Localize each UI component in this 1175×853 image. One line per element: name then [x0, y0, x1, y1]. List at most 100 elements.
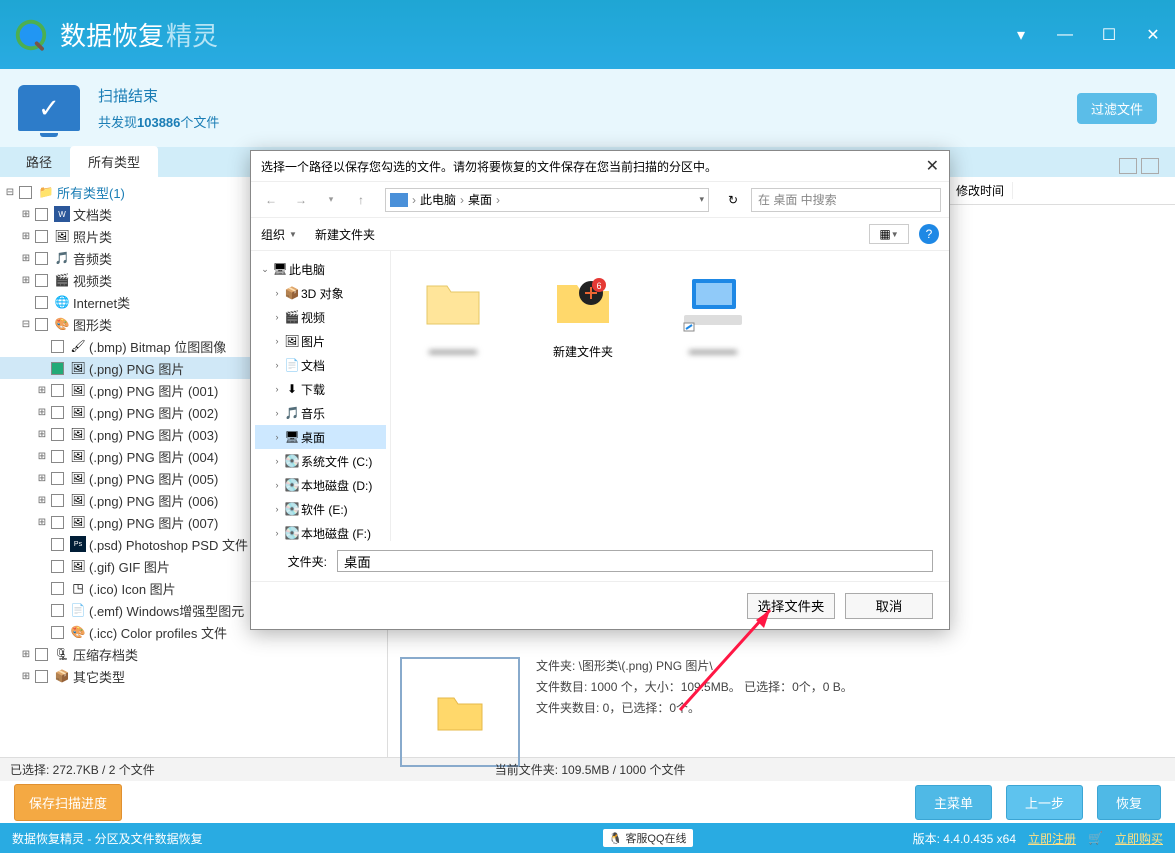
folder-thumb-icon: [400, 657, 520, 767]
dialog-nav: ← → ▾ ↑ › 此电脑 › 桌面 › ▾ ↻ 在 桌面 中搜索: [251, 181, 949, 217]
folder-picker-dialog: 选择一个路径以保存您勾选的文件。请勿将要恢复的文件保存在您当前扫描的分区中。 ✕…: [250, 150, 950, 630]
current-folder-info: 当前文件夹: 109.5MB / 1000 个文件: [495, 761, 686, 778]
folder-input-row: 文件夹:: [251, 541, 949, 581]
nav-forward-button[interactable]: →: [289, 188, 313, 212]
docs-icon: 📄: [283, 358, 301, 372]
pictures-icon: 🖼: [283, 334, 301, 348]
png-icon: 🖼: [70, 514, 86, 530]
file-item-shortcut[interactable]: ▬▬▬▬: [663, 263, 763, 357]
desktop-icon: 🖥: [283, 430, 301, 444]
png-icon: 🖼: [70, 404, 86, 420]
new-folder-button[interactable]: 新建文件夹: [315, 226, 375, 243]
folder-input[interactable]: [337, 550, 933, 572]
downloads-icon: ⬇: [283, 382, 301, 396]
photo-icon: 🖼: [54, 228, 70, 244]
png-icon: 🖼: [70, 470, 86, 486]
folder-icon: 📁: [38, 184, 54, 200]
dialog-toolbar: 组织▼ 新建文件夹 ▦ ▼ ?: [251, 217, 949, 251]
3d-icon: 📦: [283, 286, 301, 300]
action-bar: 保存扫描进度 主菜单 上一步 恢复: [0, 781, 1175, 823]
dtree-downloads[interactable]: ›⬇下载: [255, 377, 386, 401]
dropdown-icon[interactable]: ▾: [1011, 25, 1031, 45]
recover-button[interactable]: 恢复: [1097, 785, 1161, 820]
archive-icon: 🗜: [54, 646, 70, 662]
breadcrumb[interactable]: › 此电脑 › 桌面 › ▾: [385, 188, 709, 212]
file-item-new-folder[interactable]: 6 新建文件夹: [533, 263, 633, 360]
dialog-buttons: 选择文件夹 取消: [251, 581, 949, 629]
graphics-icon: 🎨: [54, 316, 70, 332]
nav-up-button[interactable]: ↑: [349, 188, 373, 212]
disk-icon: 💽: [283, 454, 301, 468]
gif-icon: 🖼: [70, 558, 86, 574]
ico-icon: ◳: [70, 580, 86, 596]
qq-support[interactable]: 🐧 客服QQ在线: [603, 829, 693, 847]
dtree-c[interactable]: ›💽系统文件 (C:): [255, 449, 386, 473]
dtree-e[interactable]: ›💽软件 (E:): [255, 497, 386, 521]
tab-all-types[interactable]: 所有类型: [70, 146, 158, 177]
disk-icon: 💽: [283, 478, 301, 492]
psd-icon: Ps: [70, 536, 86, 552]
close-button[interactable]: ✕: [1143, 25, 1163, 45]
title-bar: 数据恢复精灵 ▾ — ☐ ✕: [0, 0, 1175, 69]
dtree-video[interactable]: ›🎬视频: [255, 305, 386, 329]
maximize-button[interactable]: ☐: [1099, 25, 1119, 45]
tree-other[interactable]: ⊞📦其它类型: [0, 665, 387, 687]
tab-path[interactable]: 路径: [8, 146, 70, 177]
bmp-icon: 🖌: [70, 338, 86, 354]
dtree-docs[interactable]: ›📄文档: [255, 353, 386, 377]
nav-history-button[interactable]: ▾: [319, 188, 343, 212]
save-progress-button[interactable]: 保存扫描进度: [14, 784, 122, 821]
cancel-button[interactable]: 取消: [845, 593, 933, 619]
video-icon: 🎬: [283, 310, 301, 324]
dialog-tree[interactable]: ⌄🖥此电脑 ›📦3D 对象 ›🎬视频 ›🖼图片 ›📄文档 ›⬇下载 ›🎵音乐 ›…: [251, 251, 391, 541]
search-input[interactable]: 在 桌面 中搜索: [751, 188, 941, 212]
png-icon: 🖼: [70, 426, 86, 442]
selected-info: 已选择: 272.7KB / 2 个文件: [10, 761, 155, 778]
tree-archive[interactable]: ⊞🗜压缩存档类: [0, 643, 387, 665]
folder-preview: 文件夹: \图形类\(.png) PNG 图片\ 文件数目: 1000 个，大小…: [388, 645, 1175, 779]
folder-label: 文件夹:: [267, 553, 327, 570]
view-list-button[interactable]: [1141, 158, 1159, 174]
refresh-button[interactable]: ↻: [721, 188, 745, 212]
view-mode-button[interactable]: ▦ ▼: [869, 224, 909, 244]
dialog-title-bar: 选择一个路径以保存您勾选的文件。请勿将要恢复的文件保存在您当前扫描的分区中。 ✕: [251, 151, 949, 181]
png-icon: 🖼: [70, 360, 86, 376]
dialog-content[interactable]: ▬▬▬▬ 6 新建文件夹 ▬▬▬▬: [391, 251, 949, 541]
disk-icon: 💽: [283, 502, 301, 516]
footer-app: 数据恢复精灵 - 分区及文件数据恢复: [12, 830, 203, 847]
png-icon: 🖼: [70, 492, 86, 508]
dtree-d[interactable]: ›💽本地磁盘 (D:): [255, 473, 386, 497]
organize-button[interactable]: 组织▼: [261, 226, 297, 243]
scan-count: 共发现103886个文件: [98, 112, 219, 131]
file-item-folder1[interactable]: ▬▬▬▬: [403, 263, 503, 357]
dialog-close-button[interactable]: ✕: [926, 156, 939, 176]
help-button[interactable]: ?: [919, 224, 939, 244]
music-icon: 🎵: [283, 406, 301, 420]
other-icon: 📦: [54, 668, 70, 684]
footer: 数据恢复精灵 - 分区及文件数据恢复 🐧 客服QQ在线 版本: 4.4.0.43…: [0, 823, 1175, 853]
dtree-f[interactable]: ›💽本地磁盘 (F:): [255, 521, 386, 545]
dtree-music[interactable]: ›🎵音乐: [255, 401, 386, 425]
prev-button[interactable]: 上一步: [1006, 785, 1083, 820]
png-icon: 🖼: [70, 448, 86, 464]
app-title: 数据恢复精灵: [60, 16, 218, 53]
view-grid-button[interactable]: [1119, 158, 1137, 174]
filter-files-button[interactable]: 过滤文件: [1077, 93, 1157, 124]
dtree-pictures[interactable]: ›🖼图片: [255, 329, 386, 353]
main-menu-button[interactable]: 主菜单: [915, 785, 992, 820]
col-mtime[interactable]: 修改时间: [948, 182, 1013, 199]
register-link[interactable]: 立即注册: [1028, 830, 1076, 847]
breadcrumb-dropdown-icon[interactable]: ▾: [699, 194, 704, 205]
select-folder-button[interactable]: 选择文件夹: [747, 593, 835, 619]
disk-icon: 💽: [283, 526, 301, 540]
dtree-3d[interactable]: ›📦3D 对象: [255, 281, 386, 305]
dtree-desktop[interactable]: ›🖥桌面: [255, 425, 386, 449]
dtree-pc[interactable]: ⌄🖥此电脑: [255, 257, 386, 281]
minimize-button[interactable]: —: [1055, 25, 1075, 45]
cart-icon: 🛒: [1088, 831, 1103, 845]
svg-text:6: 6: [596, 281, 601, 291]
app-logo-icon: [12, 16, 50, 54]
audio-icon: 🎵: [54, 250, 70, 266]
buy-link[interactable]: 立即购买: [1115, 830, 1163, 847]
nav-back-button[interactable]: ←: [259, 188, 283, 212]
